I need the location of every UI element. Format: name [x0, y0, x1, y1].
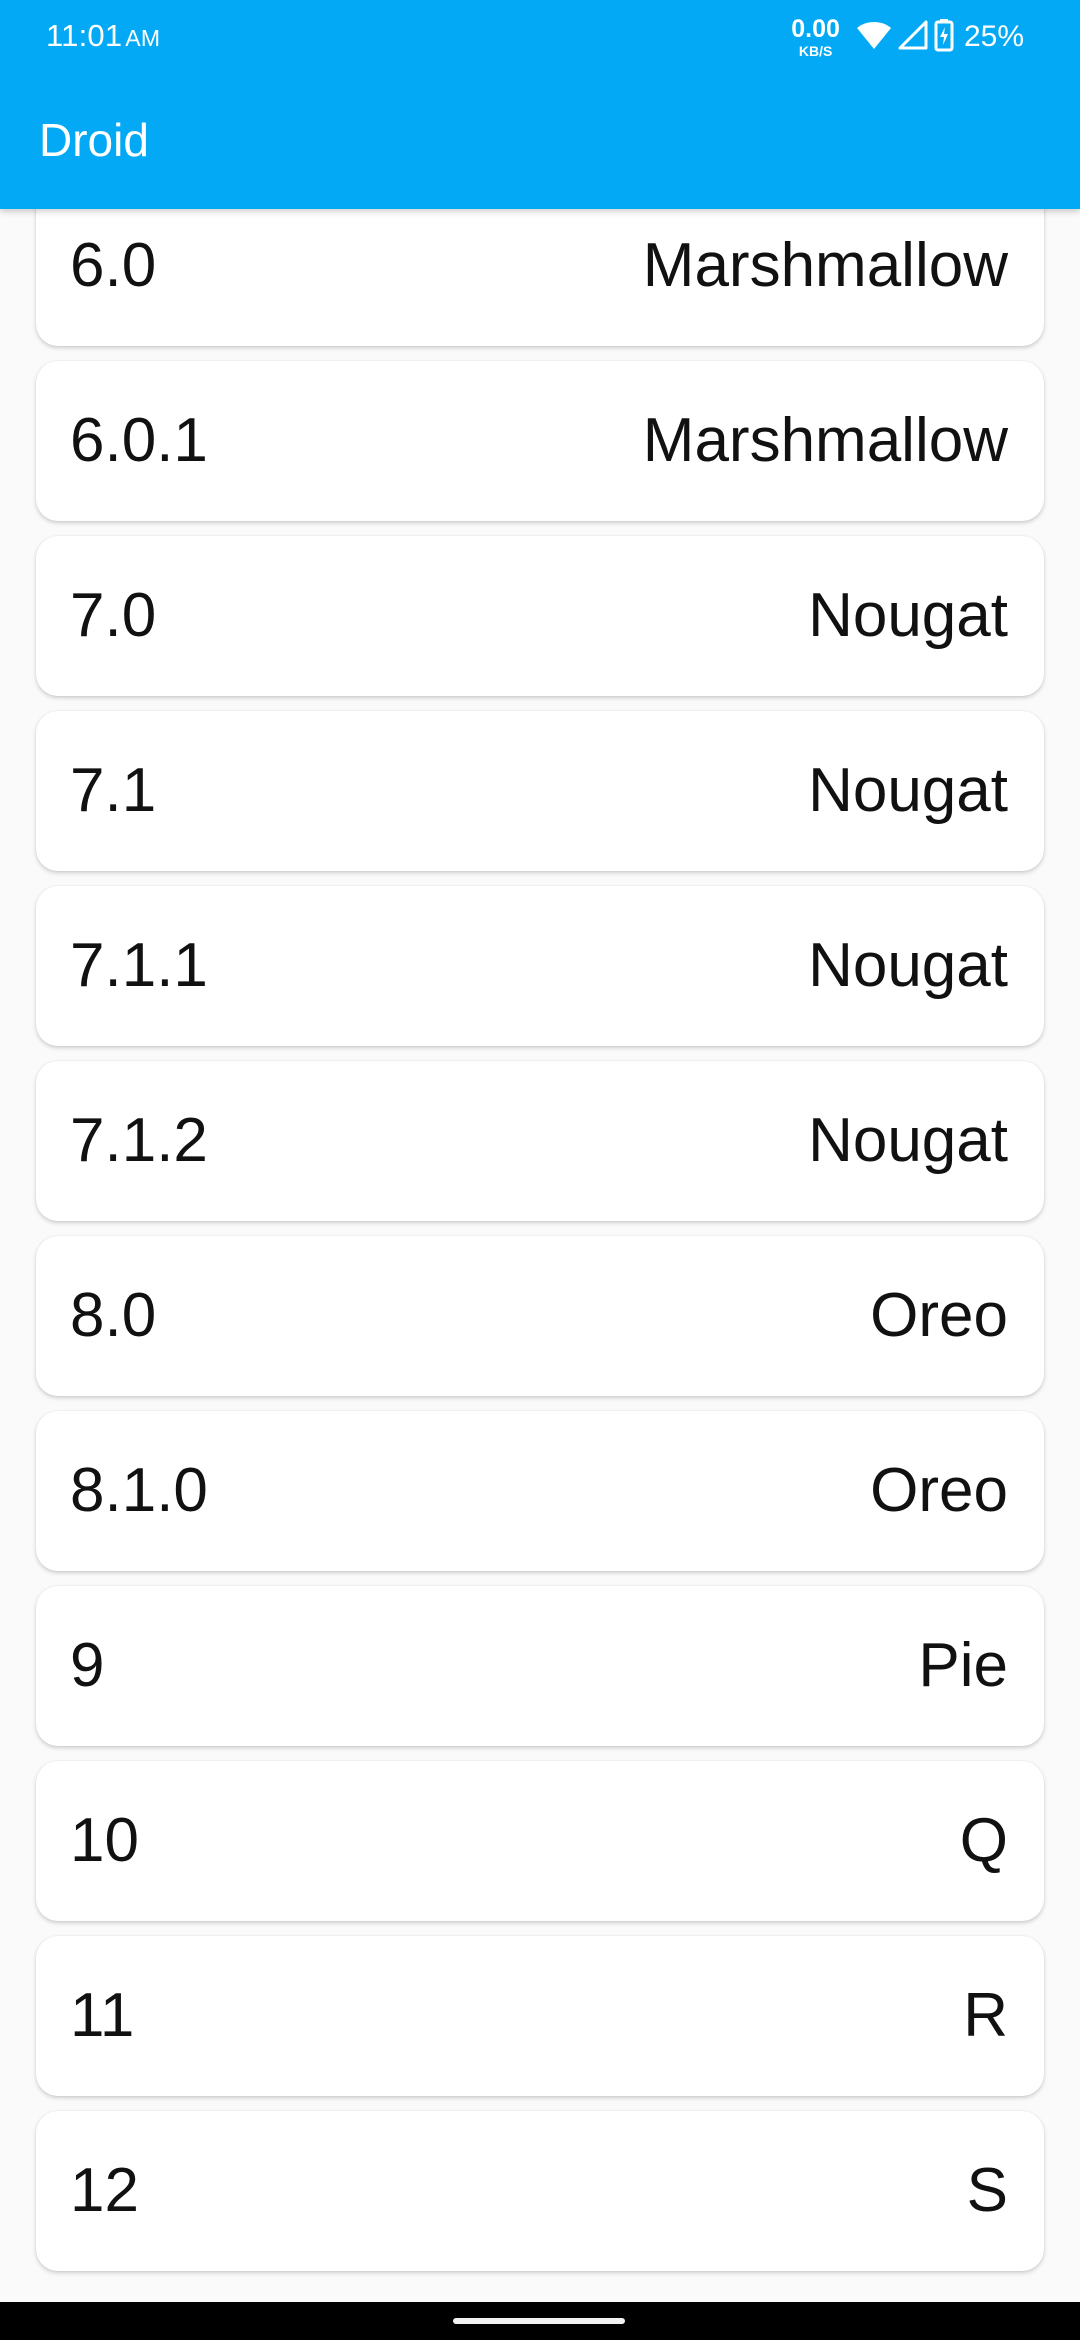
version-codename: Marshmallow — [642, 406, 1008, 475]
app-bar: 11:01 AM 0.00 KB/S 25% Droid — [0, 0, 1080, 209]
network-speed-value: 0.00 — [791, 14, 840, 43]
app-title: Droid — [39, 114, 149, 166]
status-icons: 0.00 KB/S 25% — [791, 14, 1024, 60]
version-card[interactable]: 8.1.0 Oreo — [36, 1411, 1044, 1571]
version-card[interactable]: 12 S — [36, 2111, 1044, 2271]
version-codename: S — [966, 2156, 1008, 2225]
version-codename: Marshmallow — [642, 231, 1008, 300]
version-number: 7.1 — [70, 756, 157, 825]
version-number: 6.0 — [70, 231, 157, 300]
version-card[interactable]: 6.0.1 Marshmallow — [36, 361, 1044, 521]
version-card[interactable]: 11 R — [36, 1936, 1044, 2096]
version-number: 9 — [70, 1631, 105, 1700]
wifi-icon — [856, 20, 892, 55]
version-number: 6.0.1 — [70, 406, 208, 475]
version-number: 8.1.0 — [70, 1456, 208, 1525]
clock-ampm: AM — [125, 25, 161, 51]
home-gesture-handle[interactable] — [453, 2318, 625, 2324]
version-codename: Nougat — [808, 1106, 1008, 1175]
version-codename: Oreo — [870, 1456, 1008, 1525]
clock-time: 11:01 — [46, 18, 123, 53]
version-number: 7.1.2 — [70, 1106, 208, 1175]
version-codename: Oreo — [870, 1281, 1008, 1350]
version-number: 10 — [70, 1806, 139, 1875]
version-codename: Pie — [918, 1631, 1008, 1700]
version-codename: Q — [959, 1806, 1008, 1875]
cell-signal-icon — [898, 20, 928, 55]
version-card[interactable]: 7.1.1 Nougat — [36, 886, 1044, 1046]
version-card[interactable]: 8.0 Oreo — [36, 1236, 1044, 1396]
version-card[interactable]: 7.0 Nougat — [36, 536, 1044, 696]
battery-icon — [934, 18, 954, 57]
network-speed-unit: KB/S — [798, 42, 833, 59]
version-card[interactable]: 10 Q — [36, 1761, 1044, 1921]
version-card[interactable]: 9 Pie — [36, 1586, 1044, 1746]
version-number: 7.0 — [70, 581, 157, 650]
version-card[interactable]: 7.1 Nougat — [36, 711, 1044, 871]
version-number: 8.0 — [70, 1281, 157, 1350]
version-number: 12 — [70, 2156, 139, 2225]
navigation-bar — [0, 2302, 1080, 2340]
version-codename: Nougat — [808, 931, 1008, 1000]
status-time: 11:01 AM — [46, 18, 160, 54]
network-speed: 0.00 KB/S — [791, 14, 840, 59]
version-codename: Nougat — [808, 581, 1008, 650]
version-card[interactable]: 6.0 Marshmallow — [36, 186, 1044, 346]
version-codename: R — [963, 1981, 1008, 2050]
version-number: 11 — [70, 1981, 135, 2050]
version-number: 7.1.1 — [70, 931, 208, 1000]
version-card[interactable]: 7.1.2 Nougat — [36, 1061, 1044, 1221]
battery-percent: 25% — [963, 20, 1024, 53]
status-bar: 11:01 AM 0.00 KB/S 25% — [0, 0, 1080, 74]
version-codename: Nougat — [808, 756, 1008, 825]
